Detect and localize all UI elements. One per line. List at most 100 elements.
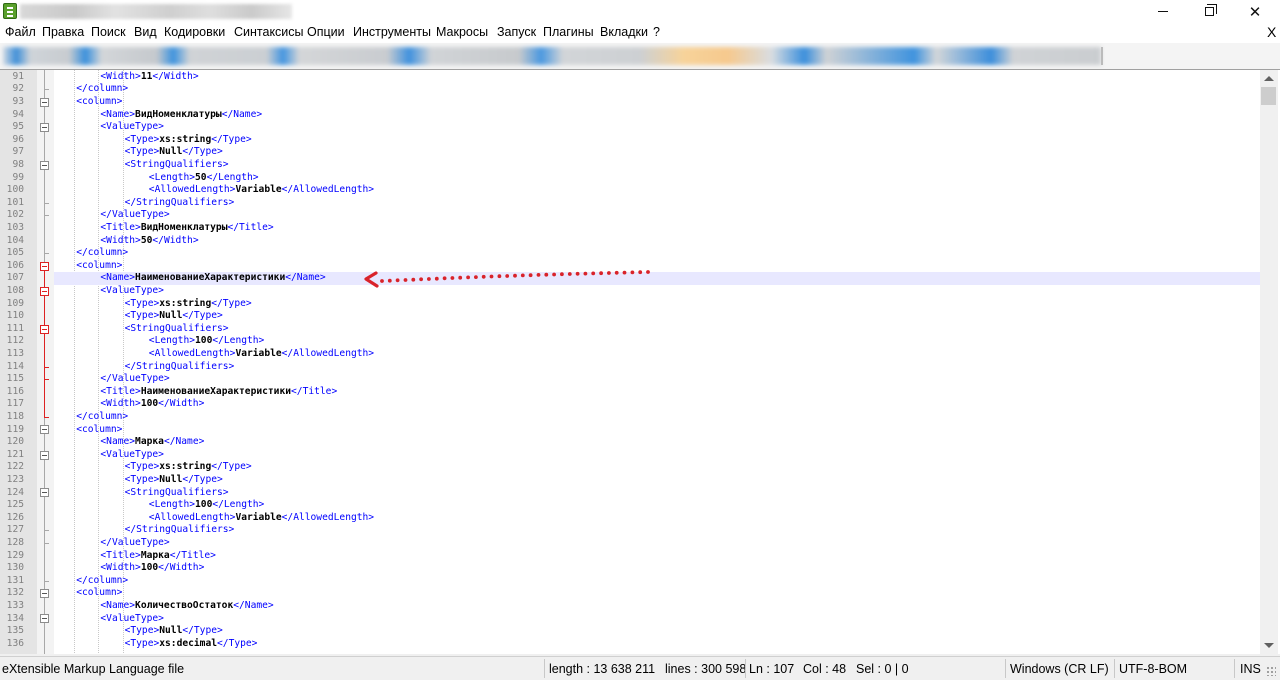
line-number: 107 [6, 272, 24, 284]
code-text: <StringQualifiers> [125, 159, 229, 172]
code-line[interactable]: 115 </ValueType> [0, 373, 1260, 386]
window-title-blurred [20, 4, 292, 19]
xml-value: Null [159, 146, 183, 158]
code-text: <Type>Null</Type> [125, 310, 223, 323]
code-text: <Type>Null</Type> [125, 474, 223, 487]
menu-help[interactable]: ? [653, 25, 660, 39]
code-line[interactable]: 102 </ValueType> [0, 209, 1260, 222]
menu-edit[interactable]: Правка [42, 25, 84, 39]
code-line[interactable]: 95 <ValueType> [0, 121, 1260, 134]
code-line[interactable]: 98 <StringQualifiers> [0, 159, 1260, 172]
code-text: <Length>100</Length> [149, 335, 265, 348]
code-line[interactable]: 111 <StringQualifiers> [0, 323, 1260, 336]
code-line[interactable]: 106 <column> [0, 260, 1260, 273]
code-line[interactable]: 91 <Width>11</Width> [0, 71, 1260, 84]
menu-plugins[interactable]: Плагины [543, 25, 594, 39]
menu-file[interactable]: Файл [5, 25, 36, 39]
code-line[interactable]: 121 <ValueType> [0, 449, 1260, 462]
code-line[interactable]: 118 </column> [0, 411, 1260, 424]
menu-settings[interactable]: Опции [307, 25, 345, 39]
code-line[interactable]: 100 <AllowedLength>Variable</AllowedLengt… [0, 184, 1260, 197]
menu-tools[interactable]: Инструменты [353, 25, 431, 39]
line-number: 108 [6, 284, 24, 296]
xml-tag: <Type> [124, 133, 160, 145]
xml-tag: <Name> [100, 108, 136, 120]
menu-window[interactable]: Вкладки [600, 25, 648, 39]
code-line[interactable]: 120 <Name>Марка</Name> [0, 436, 1260, 449]
code-line[interactable]: 125 <Length>100</Length> [0, 499, 1260, 512]
code-line[interactable]: 131 </column> [0, 575, 1260, 588]
code-line[interactable]: 130 <Width>100</Width> [0, 562, 1260, 575]
code-line[interactable]: 124 <StringQualifiers> [0, 487, 1260, 500]
code-line[interactable]: 112 <Length>100</Length> [0, 335, 1260, 348]
code-line[interactable]: 96 <Type>xs:string</Type> [0, 134, 1260, 147]
menu-encoding[interactable]: Кодировки [164, 25, 225, 39]
code-line[interactable]: 113 <AllowedLength>Variable</AllowedLengt… [0, 348, 1260, 361]
status-col: Col : 48 [803, 662, 847, 676]
code-line[interactable]: 126 <AllowedLength>Variable</AllowedLengt… [0, 512, 1260, 525]
close-button[interactable]: ✕ [1232, 0, 1278, 23]
status-lines: lines : 300 598 [665, 662, 747, 676]
scroll-down-arrow-icon[interactable] [1264, 643, 1274, 648]
code-line[interactable]: 114 </StringQualifiers> [0, 361, 1260, 374]
code-line[interactable]: 97 <Type>Null</Type> [0, 146, 1260, 159]
code-line[interactable]: 128 </ValueType> [0, 537, 1260, 550]
code-line[interactable]: 108 <ValueType> [0, 285, 1260, 298]
current-line[interactable]: 107 <Name>НаименованиеХарактеристики</Nam… [0, 272, 1260, 285]
code-line[interactable]: 109 <Type>xs:string</Type> [0, 298, 1260, 311]
code-line[interactable]: 99 <Length>50</Length> [0, 172, 1260, 185]
code-line[interactable]: 117 <Width>100</Width> [0, 398, 1260, 411]
line-number: 110 [6, 310, 24, 322]
menu-macro[interactable]: Макросы [436, 25, 488, 39]
code-line[interactable]: 133 <Name>КоличествоОстаток</Name> [0, 600, 1260, 613]
code-line[interactable]: 116 <Title>НаименованиеХарактеристики</Ti… [0, 386, 1260, 399]
xml-tag: </ValueType> [100, 373, 170, 385]
code-text: <Title>НаименованиеХарактеристики</Title… [100, 386, 337, 399]
line-number: 109 [6, 297, 24, 309]
code-line[interactable]: 127 </StringQualifiers> [0, 524, 1260, 537]
code-line[interactable]: 134 <ValueType> [0, 613, 1260, 626]
xml-tag: </StringQualifiers> [124, 360, 235, 372]
xml-value: Марка [140, 549, 170, 561]
line-number: 123 [6, 473, 24, 485]
editor-area[interactable]: 91 <Width>11</Width> 92 </column> 93 <column>… [0, 69, 1280, 654]
code-line[interactable]: 93 <column> [0, 96, 1260, 109]
code-text: <Type>xs:string</Type> [125, 134, 252, 147]
menu-language[interactable]: Синтаксисы [234, 25, 304, 39]
resize-grip-icon[interactable] [1266, 666, 1276, 676]
status-mode: INS [1240, 662, 1261, 676]
code-text: <Type>xs:string</Type> [125, 298, 252, 311]
code-line[interactable]: 110 <Type>Null</Type> [0, 310, 1260, 323]
code-line[interactable]: 132 <column> [0, 587, 1260, 600]
xml-value: Null [159, 310, 183, 322]
menu-search[interactable]: Поиск [91, 25, 126, 39]
restore-button[interactable] [1186, 0, 1232, 23]
vertical-scrollbar[interactable] [1260, 70, 1278, 654]
scroll-up-arrow-icon[interactable] [1264, 76, 1274, 81]
code-line[interactable]: 135 <Type>Null</Type> [0, 625, 1260, 638]
code-line[interactable]: 94 <Name>ВидНоменклатуры</Name> [0, 109, 1260, 122]
line-number: 94 [12, 108, 24, 120]
code-line[interactable]: 122 <Type>xs:string</Type> [0, 461, 1260, 474]
close-document-button[interactable]: X [1267, 24, 1276, 40]
code-line[interactable]: 105 </column> [0, 247, 1260, 260]
toolbar-icons-blurred[interactable] [3, 47, 1101, 65]
menu-run[interactable]: Запуск [497, 25, 536, 39]
code-line[interactable]: 136 <Type>xs:decimal</Type> [0, 638, 1260, 651]
xml-tag: <Name> [100, 436, 136, 448]
code-line[interactable]: 92 </column> [0, 83, 1260, 96]
scrollbar-thumb[interactable] [1261, 87, 1276, 105]
code-line[interactable]: 101 </StringQualifiers> [0, 197, 1260, 210]
code-line[interactable]: 104 <Width>50</Width> [0, 235, 1260, 248]
code-text: <Type>xs:string</Type> [125, 461, 252, 474]
xml-tag: </Type> [211, 133, 252, 145]
menu-view[interactable]: Вид [134, 25, 157, 39]
xml-value: xs:string [159, 461, 212, 473]
code-line[interactable]: 123 <Type>Null</Type> [0, 474, 1260, 487]
code-line[interactable]: 119 <column> [0, 424, 1260, 437]
code-line[interactable]: 103 <Title>ВидНоменклатуры</Title> [0, 222, 1260, 235]
code-text: <column> [76, 424, 122, 437]
code-line[interactable]: 129 <Title>Марка</Title> [0, 550, 1260, 563]
code-text: <Title>Марка</Title> [100, 550, 216, 563]
minimize-button[interactable] [1140, 0, 1186, 23]
